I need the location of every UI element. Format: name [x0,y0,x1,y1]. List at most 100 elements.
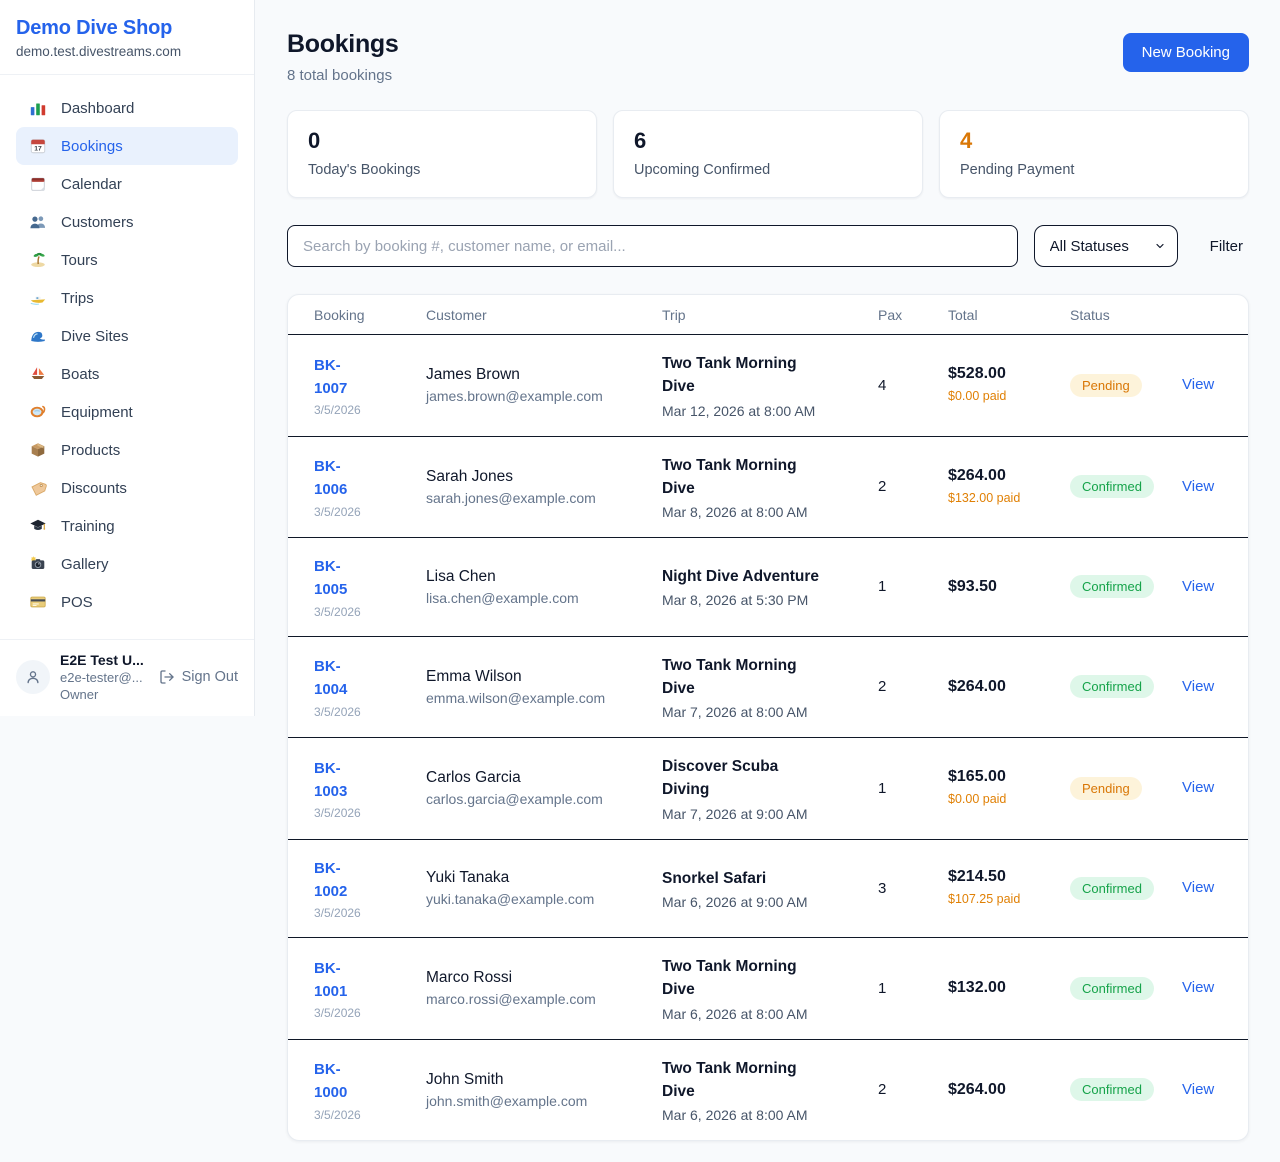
booking-date: 3/5/2026 [314,806,426,820]
sign-out-label: Sign Out [182,669,238,685]
sidebar-item-training[interactable]: Training [16,507,238,545]
trip-datetime: Mar 8, 2026 at 8:00 AM [662,504,878,520]
table-row: BK-1002 3/5/2026 Yuki Tanaka yuki.tanaka… [288,840,1248,939]
customer-name: James Brown [426,366,662,384]
people-icon [28,213,48,231]
sidebar-item-products[interactable]: Products [16,431,238,469]
booking-link[interactable]: BK-1007 [314,354,374,401]
status-badge: Pending [1070,374,1142,397]
sidebar-nav: Dashboard 17 Bookings Calendar Customers… [0,75,254,639]
customer-email: yuki.tanaka@example.com [426,891,662,907]
stat-label: Pending Payment [960,162,1228,178]
customer-name: Carlos Garcia [426,769,662,787]
paid-amount: $0.00 paid [948,790,1038,808]
column-header-trip: Trip [662,307,878,323]
paid-amount: $132.00 paid [948,489,1038,507]
sidebar-item-discounts[interactable]: Discounts [16,469,238,507]
trip-datetime: Mar 6, 2026 at 8:00 AM [662,1107,878,1123]
package-icon [28,441,48,459]
trip-datetime: Mar 7, 2026 at 9:00 AM [662,806,878,822]
sidebar-item-calendar[interactable]: Calendar [16,165,238,203]
new-booking-button[interactable]: New Booking [1123,33,1249,72]
table-row: BK-1004 3/5/2026 Emma Wilson emma.wilson… [288,637,1248,739]
sidebar-item-pos[interactable]: POS [16,583,238,621]
sidebar-item-equipment[interactable]: Equipment [16,393,238,431]
status-badge: Confirmed [1070,877,1154,900]
customer-email: emma.wilson@example.com [426,690,662,706]
pax-value: 1 [878,578,948,595]
view-link[interactable]: View [1182,578,1214,595]
column-header-booking: Booking [314,307,426,323]
view-link[interactable]: View [1182,979,1214,996]
sidebar-item-boats[interactable]: Boats [16,355,238,393]
table-header: Booking Customer Trip Pax Total Status [288,295,1248,335]
booking-link[interactable]: BK-1004 [314,655,374,702]
customer-email: lisa.chen@example.com [426,590,662,606]
booking-date: 3/5/2026 [314,403,426,417]
filter-button[interactable]: Filter [1204,238,1249,255]
credit-card-icon [28,593,48,611]
total-amount: $264.00 [948,1081,1070,1099]
pax-value: 4 [878,377,948,394]
sidebar-item-customers[interactable]: Customers [16,203,238,241]
customer-email: carlos.garcia@example.com [426,791,662,807]
status-filter-select[interactable]: All Statuses [1034,225,1178,267]
sidebar-item-trips[interactable]: Trips [16,279,238,317]
status-badge: Confirmed [1070,575,1154,598]
tear-off-calendar-icon [28,175,48,193]
customer-name: Yuki Tanaka [426,869,662,887]
booking-date: 3/5/2026 [314,505,426,519]
user-footer: E2E Test U... e2e-tester@... Owner Sign … [0,639,254,716]
booking-link[interactable]: BK-1005 [314,555,374,602]
customer-name: Marco Rossi [426,969,662,987]
booking-link[interactable]: BK-1001 [314,957,374,1004]
view-link[interactable]: View [1182,779,1214,796]
view-link[interactable]: View [1182,1081,1214,1098]
status-badge: Confirmed [1070,1078,1154,1101]
booking-date: 3/5/2026 [314,705,426,719]
sidebar-item-bookings[interactable]: 17 Bookings [16,127,238,165]
table-row: BK-1007 3/5/2026 James Brown james.brown… [288,335,1248,437]
customer-email: james.brown@example.com [426,388,662,404]
sidebar-item-label: Tours [61,252,98,269]
booking-link[interactable]: BK-1003 [314,757,374,804]
sidebar-item-label: Trips [61,290,94,307]
trip-datetime: Mar 7, 2026 at 8:00 AM [662,704,878,720]
speedboat-icon [28,289,48,307]
booking-link[interactable]: BK-1002 [314,857,374,904]
sidebar-item-gallery[interactable]: Gallery [16,545,238,583]
view-link[interactable]: View [1182,879,1214,896]
sidebar-item-label: Customers [61,214,134,231]
booking-link[interactable]: BK-1000 [314,1058,374,1105]
trip-name: Snorkel Safari [662,867,826,890]
column-header-status: Status [1070,307,1182,323]
search-input[interactable] [287,225,1018,267]
svg-text:17: 17 [34,146,42,153]
booking-date: 3/5/2026 [314,605,426,619]
sidebar-item-label: Equipment [61,404,133,421]
sidebar-item-label: Products [61,442,120,459]
trip-name: Night Dive Adventure [662,565,826,588]
person-icon [24,668,42,686]
sidebar-item-label: POS [61,594,93,611]
sign-out-button[interactable]: Sign Out [159,669,238,685]
view-link[interactable]: View [1182,678,1214,695]
booking-date: 3/5/2026 [314,1108,426,1122]
sidebar-item-tours[interactable]: Tours [16,241,238,279]
diving-mask-icon [28,403,48,421]
table-row: BK-1005 3/5/2026 Lisa Chen lisa.chen@exa… [288,538,1248,637]
total-amount: $214.50 [948,868,1070,886]
view-link[interactable]: View [1182,376,1214,393]
booking-date: 3/5/2026 [314,906,426,920]
page-title: Bookings [287,30,399,59]
pax-value: 2 [878,1081,948,1098]
sidebar-item-dashboard[interactable]: Dashboard [16,89,238,127]
customer-name: John Smith [426,1071,662,1089]
sidebar-item-dive-sites[interactable]: Dive Sites [16,317,238,355]
trip-name: Discover Scuba Diving [662,755,826,802]
bookings-table: Booking Customer Trip Pax Total Status B… [287,294,1249,1141]
booking-link[interactable]: BK-1006 [314,455,374,502]
status-badge: Pending [1070,777,1142,800]
logout-icon [159,669,175,685]
view-link[interactable]: View [1182,478,1214,495]
